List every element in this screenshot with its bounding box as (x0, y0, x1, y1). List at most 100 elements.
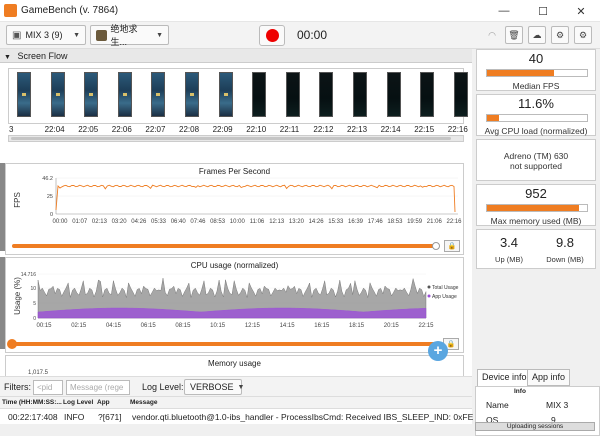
app-dropdown[interactable]: 绝地求生... ▼ (90, 24, 169, 47)
log-col-time[interactable]: Time (HH:MM:SS:... (2, 399, 62, 406)
legend-app-usage: App Usage (432, 294, 457, 300)
thumbnail-detail (156, 93, 161, 96)
fps-x-tick: 13:20 (289, 219, 305, 225)
log-level-dropdown[interactable]: VERBOSE ▼ (184, 379, 244, 395)
fps-panel: Frames Per Second FPS 46.2 25 0 00:00 01:07 02… (5, 163, 464, 255)
screen-flow-thumbnail[interactable] (453, 72, 468, 117)
screen-flow-thumbnail[interactable] (50, 72, 65, 117)
add-fab-button[interactable]: + (428, 341, 448, 361)
cpu-time-slider[interactable] (9, 342, 436, 346)
fps-x-tick: 22:16 (446, 219, 462, 225)
screen-flow-thumbnail[interactable] (252, 72, 267, 117)
fps-slider-knob[interactable] (432, 242, 440, 250)
screen-flow-time-label: 22:14 (380, 125, 401, 134)
screen-flow-thumbnail[interactable] (319, 72, 334, 117)
screen-flow-thumbnail[interactable] (17, 72, 31, 117)
fps-chart: FPS 46.2 25 000:00 01:07 02:13 03:20 04:26 05:33… (13, 176, 462, 225)
median-fps-card: 40 Median FPS (476, 49, 596, 91)
download-label: Down (MB) (546, 255, 584, 264)
screen-flow-time-label: 22:16 (447, 125, 468, 134)
log-col-app[interactable]: App (97, 399, 110, 406)
cloud-upload-icon[interactable]: ☁ (528, 26, 546, 44)
fps-lock-icon[interactable]: 🔒 (444, 240, 460, 252)
settings-gear-icon[interactable]: ⚙ (551, 26, 569, 44)
upload-status: Uploading sessions (475, 422, 595, 431)
log-app: ?[671] (98, 412, 122, 422)
tab-app-info[interactable]: App info (527, 369, 571, 386)
record-button[interactable] (259, 25, 285, 46)
screen-flow-thumbnail[interactable] (353, 72, 367, 117)
cpu-y-tick: 10 (30, 286, 36, 292)
toolbar: ▣ MIX 3 (9) ▼ 绝地求生... ▼ 00:00 ◠ 🗑 ☁ ⚙ ⚙ (0, 22, 600, 49)
scrollbar-thumb[interactable] (11, 137, 451, 140)
maximize-button[interactable]: ☐ (524, 0, 562, 22)
screen-flow-strip (8, 68, 468, 124)
fps-x-tick: 04:26 (131, 219, 147, 225)
download-value: 9.8 (555, 235, 575, 250)
screen-flow-thumbnail[interactable] (185, 72, 199, 117)
pid-filter-input[interactable]: <pid (33, 380, 63, 395)
log-col-message[interactable]: Message (130, 399, 157, 406)
cpu-x-tick: 06:15 (141, 323, 157, 329)
wifi-icon[interactable]: ◠ (483, 26, 501, 44)
log-row[interactable]: 00:22:17:408 INFO ?[671] vendor.qti.blue… (0, 408, 473, 424)
fps-y-tick: 0 (50, 212, 53, 218)
record-icon (265, 29, 279, 42)
close-button[interactable]: ✕ (562, 0, 600, 22)
gamebench-logo-icon (4, 4, 17, 17)
cpu-chart: Usage (%)14.716 10 5 000:15 02:15 04:15 06:15 0… (13, 272, 459, 329)
tab-device-info[interactable]: Device info (477, 369, 532, 386)
memory-chart-title: Memory usage (208, 359, 261, 368)
fps-x-tick: 06:40 (171, 219, 187, 225)
screen-flow-thumbnail[interactable] (386, 72, 401, 117)
screen-flow-thumbnail[interactable] (285, 72, 300, 117)
cpu-x-tick: 12:15 (245, 323, 261, 329)
max-memory-label: Max memory used (MB) (490, 216, 582, 226)
filters-label: Filters: (4, 382, 31, 392)
fps-time-slider[interactable] (12, 244, 437, 248)
screen-flow-header[interactable]: ▼ Screen Flow (0, 49, 472, 63)
screen-flow-thumbnail[interactable] (151, 72, 166, 117)
cpu-load-bar (486, 114, 588, 122)
cpu-x-tick: 16:15 (314, 323, 330, 329)
session-timer: 00:00 (297, 28, 328, 42)
log-filters-bar: Filters: <pid Message (rege Log Level: V… (0, 376, 472, 396)
log-level-label: Log Level: (142, 382, 184, 392)
network-card: 3.4 Up (MB) 9.8 Down (MB) (476, 229, 596, 269)
cpu-load-card: 11.6% Avg CPU load (normalized) (476, 94, 596, 136)
app-icon (96, 29, 107, 41)
screen-flow-time-label: 22:09 (212, 125, 233, 134)
window-title: GameBench (v. 7864) (21, 5, 119, 16)
screen-flow-time-label: 22:06 (111, 125, 132, 134)
screen-flow-scrollbar[interactable] (8, 135, 464, 142)
gpu-name: Adreno (TM) 630 (503, 151, 569, 161)
cpu-x-tick: 04:15 (106, 323, 122, 329)
screen-flow-thumbnail[interactable] (117, 72, 132, 117)
device-dropdown[interactable]: ▣ MIX 3 (9) ▼ (6, 25, 86, 45)
thumbnail-detail (223, 93, 228, 96)
screen-flow-thumbnail[interactable] (218, 72, 233, 117)
screen-flow-thumbnail[interactable] (420, 72, 435, 117)
log-col-level[interactable]: Log Level (63, 399, 93, 406)
cpu-load-label: Avg CPU load (normalized) (484, 126, 588, 136)
max-memory-fill (487, 205, 579, 211)
log-level: INFO (64, 412, 85, 422)
log-level-value: VERBOSE (190, 382, 234, 392)
thumbnail-detail (122, 93, 127, 96)
chevron-down-icon: ▼ (156, 31, 163, 39)
median-fps-label: Median FPS (512, 81, 560, 91)
thumbnail-detail (190, 93, 194, 96)
screen-flow-thumbnail[interactable] (84, 72, 99, 117)
fps-y-tick: 46.2 (42, 176, 53, 182)
screen-flow-time-label: 22:05 (78, 125, 99, 134)
cpu-slider-knob[interactable] (7, 339, 17, 349)
median-fps-fill (487, 70, 554, 76)
options-gear-icon[interactable]: ⚙ (574, 26, 592, 44)
message-filter-input[interactable]: Message (rege (66, 380, 130, 395)
delete-icon[interactable]: 🗑 (505, 26, 523, 44)
fps-x-tick: 05:33 (151, 219, 167, 225)
fps-x-tick: 12:13 (269, 219, 285, 225)
minimize-button[interactable]: — (485, 0, 523, 22)
fps-y-tick: 25 (47, 194, 53, 200)
cpu-x-tick: 10:15 (210, 323, 226, 329)
